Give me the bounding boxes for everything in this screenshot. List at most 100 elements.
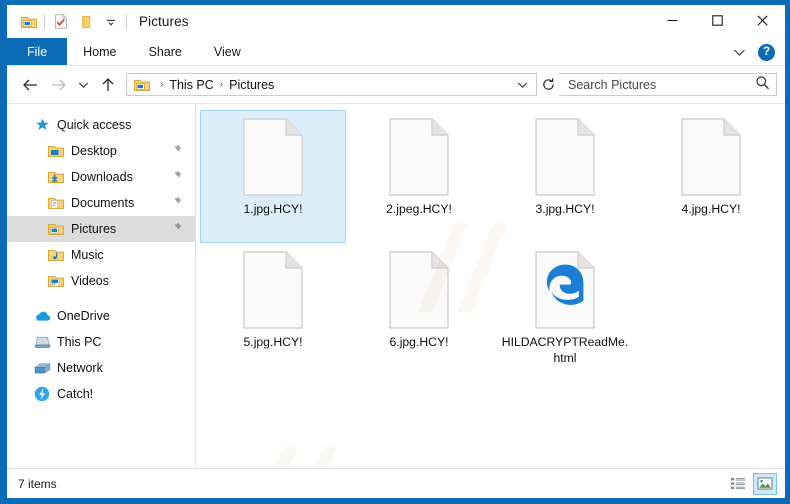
blank-document-icon [241,250,305,330]
file-tile[interactable]: HILDACRYPTReadMe.html [492,243,638,376]
sidebar-item-this-pc[interactable]: This PC [7,329,195,355]
address-chevron-icon[interactable] [512,74,532,95]
sidebar-item-downloads[interactable]: Downloads [7,164,195,190]
breadcrumb-item-pictures[interactable]: Pictures [226,78,277,92]
file-list-view[interactable]: // // 1.jpg.HCY! [196,104,785,468]
sidebar-item-desktop[interactable]: Desktop [7,138,195,164]
file-name-label: 2.jpeg.HCY! [386,202,452,216]
file-tile[interactable]: 6.jpg.HCY! [346,243,492,376]
large-icons-view-button[interactable] [753,472,777,495]
quick-access-toolbar [7,5,130,38]
blank-document-icon [241,117,305,197]
file-grid: 1.jpg.HCY! 2.jpeg.HCY! 3.jpg.HCY! 4.jpg.… [200,110,785,376]
customize-chevron-icon[interactable] [98,9,123,35]
sidebar-item-label: Pictures [71,222,117,236]
sidebar-item-videos[interactable]: Videos [7,268,195,294]
title-bar: Pictures [7,5,785,38]
breadcrumb-separator-0: › [160,79,164,90]
pin-icon[interactable] [171,144,182,158]
documents-folder-icon [47,195,65,211]
qat-divider-2 [126,14,127,29]
pin-icon[interactable] [171,222,182,236]
tab-file[interactable]: File [7,38,68,65]
sidebar-item-label: Network [57,361,103,375]
pin-icon[interactable] [171,196,182,210]
refresh-icon[interactable] [537,71,559,99]
blank-document-icon [533,117,597,197]
recent-locations-chevron-icon[interactable] [72,71,94,99]
file-tile[interactable]: 5.jpg.HCY! [200,243,346,376]
sidebar-item-documents[interactable]: Documents [7,190,195,216]
file-name-label: HILDACRYPTReadMe.html [501,335,629,365]
up-arrow-icon[interactable] [94,71,122,99]
sidebar-item-label: Music [71,248,104,262]
sidebar-item-network[interactable]: Network [7,355,195,381]
edge-html-document-icon [533,250,597,330]
file-name-label: 5.jpg.HCY! [243,335,303,349]
blank-document-icon [679,117,743,197]
sidebar-item-label: Catch! [57,387,94,401]
item-count-label: 7 items [18,476,57,491]
watermark-artifact-2: // [241,424,349,468]
window-title: Pictures [139,14,189,29]
sidebar-item-music[interactable]: Music [7,242,195,268]
tab-home[interactable]: Home [67,38,132,65]
desktop-folder-icon [47,143,65,159]
pictures-folder-icon [133,77,151,93]
sidebar-item-label: This PC [57,335,102,349]
blank-document-icon [387,250,451,330]
close-button[interactable] [740,5,785,35]
blank-document-icon [387,117,451,197]
sidebar-item-label: Downloads [71,170,133,184]
caption-button-group [650,5,785,35]
navigation-bar: › This PC › Pictures [7,66,785,103]
sidebar-item-label: Desktop [71,144,117,158]
help-button[interactable]: ? [758,43,775,61]
status-bar: 7 items [7,468,785,498]
properties-icon[interactable] [48,9,73,35]
new-folder-icon[interactable] [73,9,98,35]
file-tile[interactable]: 3.jpg.HCY! [492,110,638,243]
address-bar[interactable]: › This PC › Pictures [126,73,537,96]
star-icon [33,117,51,133]
forward-arrow-icon[interactable] [44,71,72,99]
chevron-down-icon[interactable] [726,39,752,65]
minimize-button[interactable] [650,5,695,35]
details-view-button[interactable] [726,473,750,495]
pictures-folder-icon [47,221,65,237]
explorer-body: Quick access Desktop Downloads Documents… [7,103,785,468]
sidebar-item-label: OneDrive [57,309,110,323]
videos-folder-icon [47,273,65,289]
breadcrumb-item-this-pc[interactable]: This PC [166,78,216,92]
window-client-area: Pictures File Home Share View ? › This P… [7,5,785,498]
ribbon-tab-bar: File Home Share View ? [7,38,785,66]
maximize-button[interactable] [695,5,740,35]
breadcrumb-separator-1: › [219,79,224,90]
sidebar-item-label: Videos [71,274,109,288]
file-name-label: 6.jpg.HCY! [389,335,449,349]
sidebar-item-catch[interactable]: Catch! [7,381,195,407]
pin-icon[interactable] [171,170,182,184]
file-name-label: 3.jpg.HCY! [535,202,595,216]
sidebar-item-onedrive[interactable]: OneDrive [7,303,195,329]
tab-view[interactable]: View [198,38,257,65]
breadcrumb: › This PC › Pictures [157,78,512,92]
network-icon [33,360,51,376]
view-button-group [726,472,777,495]
sidebar-item-pictures[interactable]: Pictures [7,216,195,242]
file-tile[interactable]: 2.jpeg.HCY! [346,110,492,243]
back-arrow-icon[interactable] [16,71,44,99]
file-tile[interactable]: 1.jpg.HCY! [200,110,346,243]
search-box[interactable] [559,73,777,96]
pictures-properties-icon[interactable] [16,9,41,35]
sidebar-group-quick-access[interactable]: Quick access [7,112,195,138]
tab-share[interactable]: Share [133,38,198,65]
downloads-folder-icon [47,169,65,185]
navigation-pane[interactable]: Quick access Desktop Downloads Documents… [7,104,196,468]
file-name-label: 4.jpg.HCY! [681,202,741,216]
search-icon [755,75,770,95]
search-input[interactable] [568,77,755,92]
file-tile[interactable]: 4.jpg.HCY! [638,110,784,243]
sidebar-group-label: Quick access [57,118,132,132]
